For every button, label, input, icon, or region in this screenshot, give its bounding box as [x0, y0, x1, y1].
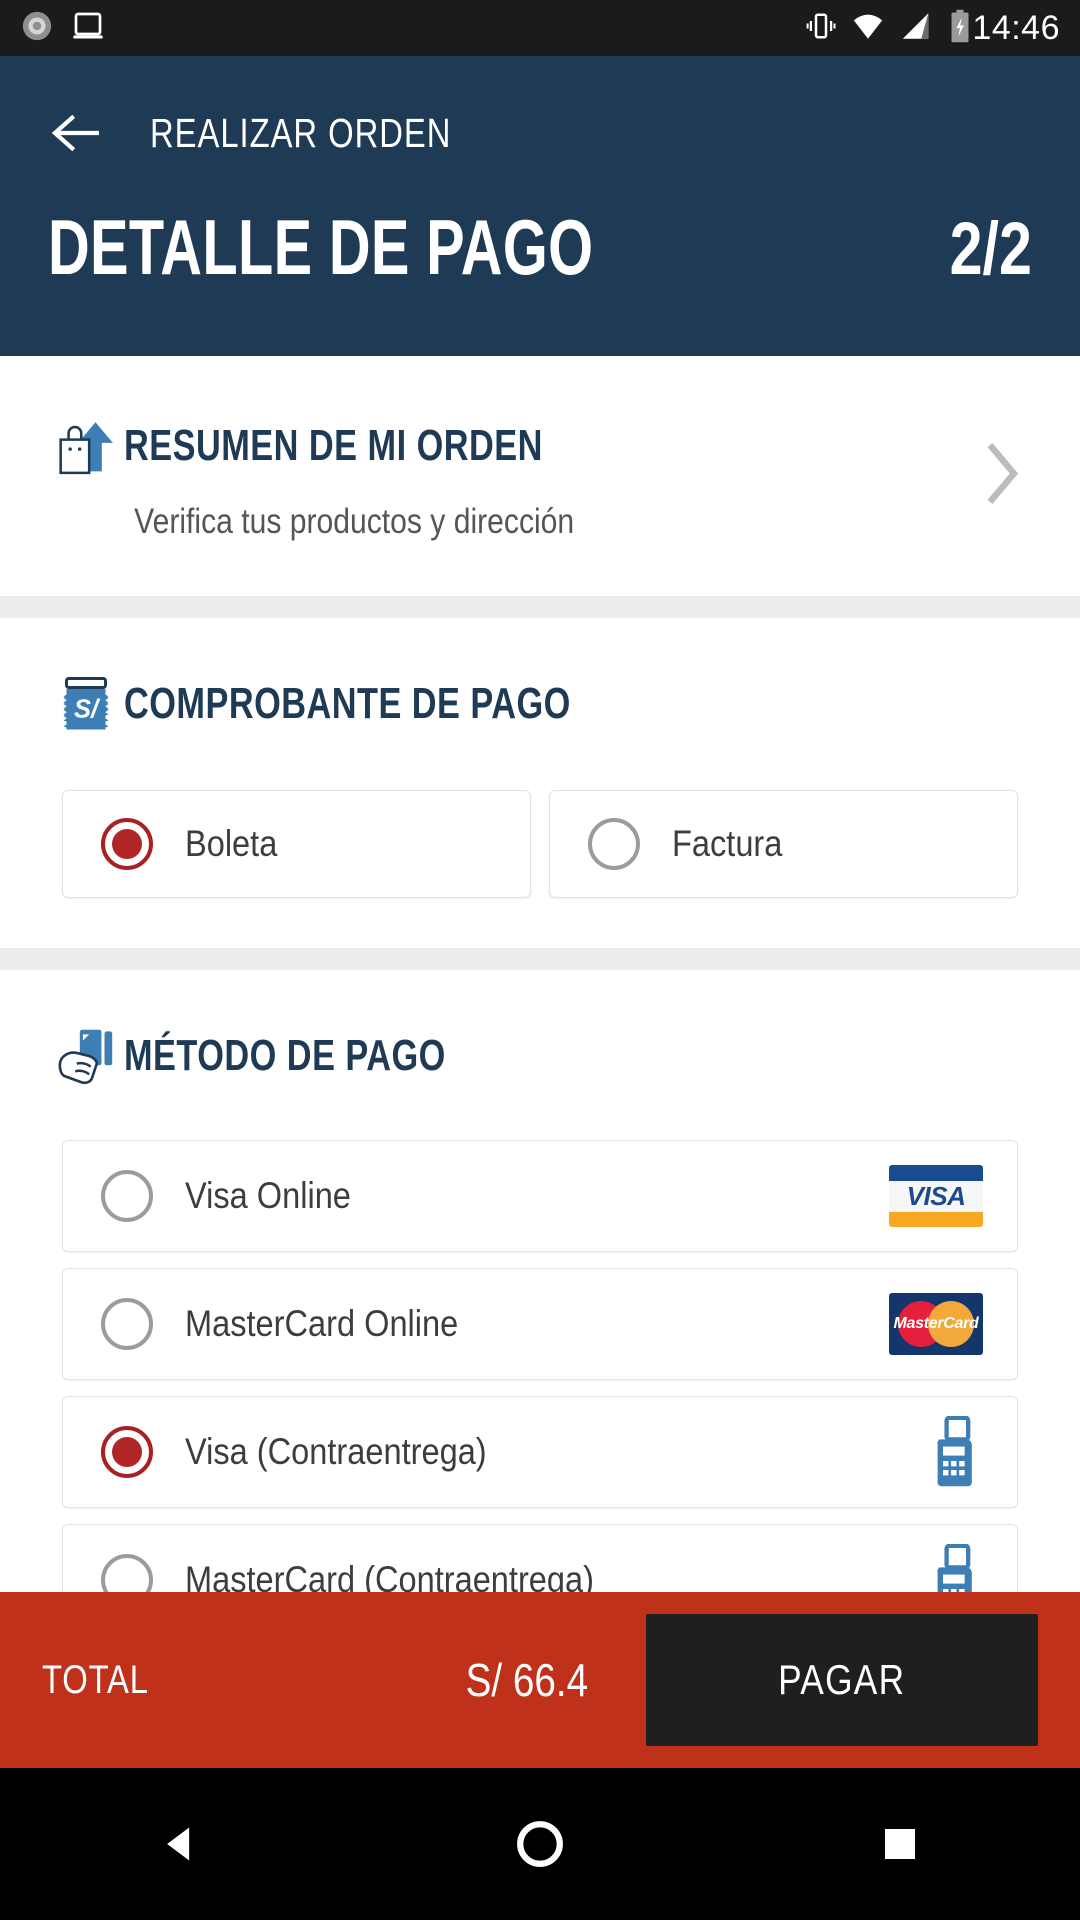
radio-mastercard-contraentrega[interactable]	[101, 1554, 153, 1592]
checkout-footer: TOTAL S/ 66.4 PAGAR	[0, 1592, 1080, 1768]
payment-option-label: Visa (Contraentrega)	[185, 1431, 487, 1472]
arrow-left-icon	[51, 114, 99, 152]
pay-button[interactable]: PAGAR	[646, 1614, 1038, 1746]
circle-home-icon	[517, 1821, 563, 1867]
order-summary-head: RESUMEN DE MI ORDEN	[0, 408, 1080, 484]
radio-visa-online[interactable]	[101, 1170, 153, 1222]
payment-option-label: MasterCard Online	[185, 1303, 459, 1344]
payment-option-visa-online[interactable]: Visa Online VISA	[62, 1140, 1018, 1252]
nav-back-button[interactable]	[120, 1768, 240, 1920]
payment-option-label: Visa Online	[185, 1175, 351, 1216]
order-summary-title: RESUMEN DE MI ORDEN	[124, 421, 543, 470]
pos-terminal-icon	[887, 1416, 983, 1487]
device-icon	[72, 9, 104, 48]
payment-method-list: Visa Online VISA MasterCard Online Maste…	[0, 1140, 1080, 1592]
total-amount: S/ 66.4	[465, 1654, 589, 1706]
app-bar-main-row: DETALLE DE PAGO 2/2	[48, 184, 1032, 286]
vibrate-icon	[806, 9, 836, 48]
app-bar-top-row: REALIZAR ORDEN	[48, 56, 1032, 184]
receipt-option-factura[interactable]: Factura	[549, 790, 1018, 898]
section-divider-2	[0, 948, 1080, 970]
payment-method-section: MÉTODO DE PAGO Visa Online VISA MasterCa…	[0, 970, 1080, 1592]
pos-terminal-icon	[887, 1544, 983, 1592]
triangle-back-icon	[167, 1827, 190, 1861]
status-bar-left-icons	[20, 9, 104, 48]
radio-factura[interactable]	[588, 818, 640, 870]
shopping-bag-arrow-icon	[48, 408, 124, 484]
payment-method-title: MÉTODO DE PAGO	[124, 1031, 446, 1080]
wifi-icon	[850, 9, 886, 48]
battery-charging-icon	[948, 9, 972, 48]
pay-button-label: PAGAR	[778, 1656, 906, 1703]
nav-recents-button[interactable]	[840, 1768, 960, 1920]
hand-card-icon	[48, 1018, 124, 1094]
section-divider-1	[0, 596, 1080, 618]
status-bar-clock: 14:46	[972, 8, 1060, 47]
status-bar-right-icons	[806, 9, 972, 48]
sync-icon	[20, 9, 54, 48]
signal-icon	[900, 9, 934, 48]
app-bar-subtitle: REALIZAR ORDEN	[150, 109, 452, 156]
nav-home-button[interactable]	[480, 1768, 600, 1920]
back-button[interactable]	[48, 105, 104, 161]
receipt-option-label: Factura	[672, 823, 783, 864]
receipt-head: S/ COMPROBANTE DE PAGO	[0, 666, 1080, 742]
visa-logo: VISA	[887, 1163, 983, 1229]
android-nav-bar	[0, 1768, 1080, 1920]
receipt-options: Boleta Factura	[0, 790, 1080, 898]
order-summary-subtitle: Verifica tus productos y dirección	[134, 502, 575, 541]
app-bar: REALIZAR ORDEN DETALLE DE PAGO 2/2	[0, 56, 1080, 356]
receipt-soles-icon: S/	[48, 666, 124, 742]
svg-text:S/: S/	[74, 696, 101, 724]
payment-option-label: MasterCard (Contraentrega)	[185, 1559, 594, 1592]
payment-method-head: MÉTODO DE PAGO	[0, 1018, 1080, 1094]
receipt-title: COMPROBANTE DE PAGO	[124, 679, 571, 728]
payment-option-mastercard-contraentrega[interactable]: MasterCard (Contraentrega)	[62, 1524, 1018, 1592]
radio-boleta[interactable]	[101, 818, 153, 870]
square-recents-icon	[885, 1829, 915, 1859]
receipt-section: S/ COMPROBANTE DE PAGO Boleta Factura	[0, 618, 1080, 948]
chevron-right-icon[interactable]	[982, 442, 1022, 511]
receipt-option-label: Boleta	[185, 823, 278, 864]
radio-mastercard-online[interactable]	[101, 1298, 153, 1350]
receipt-option-boleta[interactable]: Boleta	[62, 790, 531, 898]
step-indicator: 2/2	[949, 207, 1032, 290]
radio-visa-contraentrega[interactable]	[101, 1426, 153, 1478]
order-summary-row[interactable]: RESUMEN DE MI ORDEN Verifica tus product…	[0, 356, 1080, 596]
payment-option-visa-contraentrega[interactable]: Visa (Contraentrega)	[62, 1396, 1018, 1508]
payment-option-mastercard-online[interactable]: MasterCard Online MasterCard	[62, 1268, 1018, 1380]
page-content: RESUMEN DE MI ORDEN Verifica tus product…	[0, 356, 1080, 1592]
total-label: TOTAL	[42, 1657, 149, 1702]
app-screen: 14:46 REALIZAR ORDEN DETALLE DE PAGO 2/2	[0, 0, 1080, 1920]
page-title: DETALLE DE PAGO	[48, 203, 594, 291]
android-status-bar: 14:46	[0, 0, 1080, 56]
mastercard-logo: MasterCard	[887, 1291, 983, 1357]
